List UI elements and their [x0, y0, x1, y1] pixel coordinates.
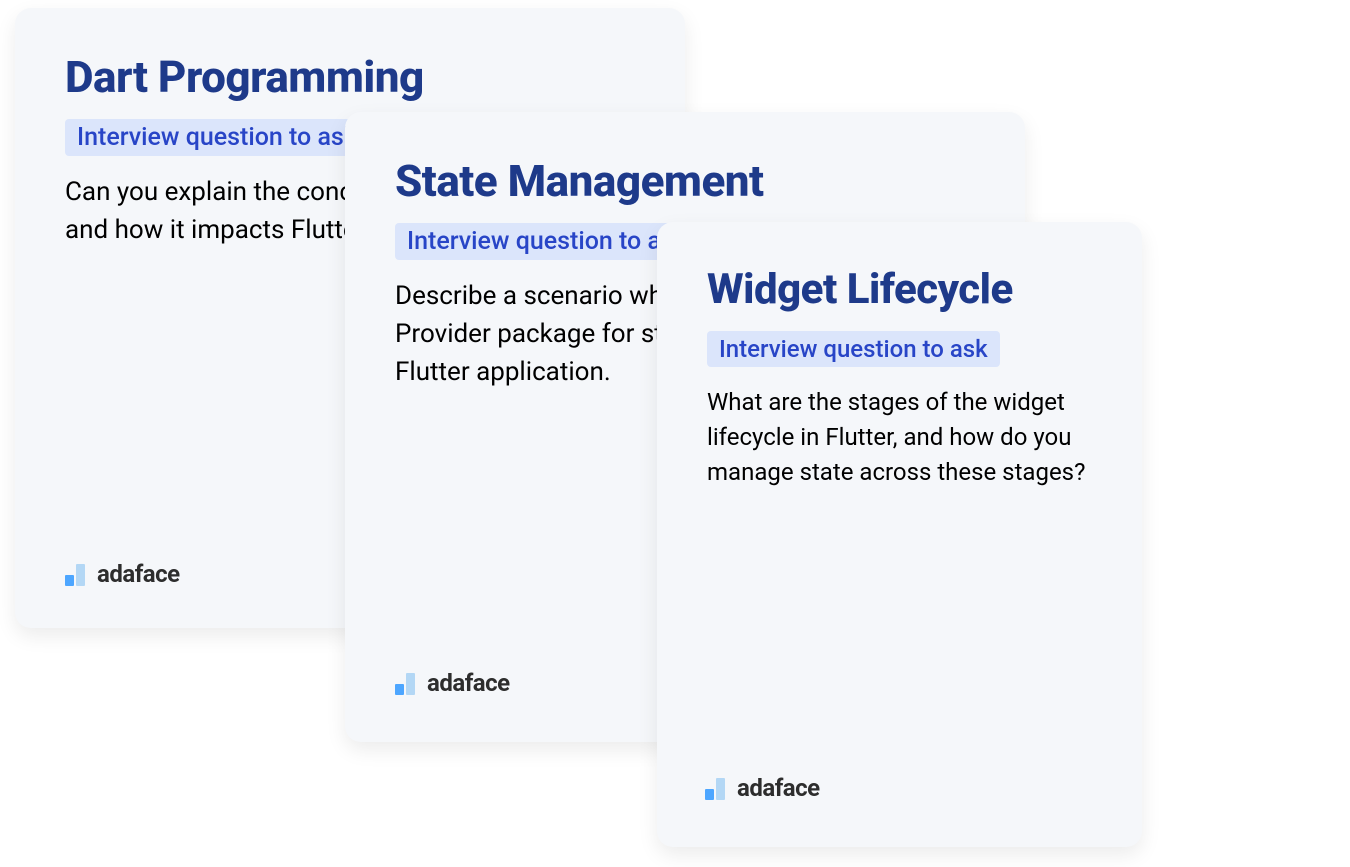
brand-name: adaface	[737, 774, 820, 802]
brand-name: adaface	[97, 560, 180, 588]
badge-label: Interview question to ask	[707, 331, 1000, 367]
brand-logo: adaface	[395, 669, 510, 697]
brand-logo: adaface	[705, 774, 820, 802]
brand-name: adaface	[427, 669, 510, 697]
bar-chart-icon	[395, 671, 419, 695]
interview-card-widget: Widget Lifecycle Interview question to a…	[657, 222, 1142, 847]
brand-logo: adaface	[65, 560, 180, 588]
card-title: Dart Programming	[65, 53, 635, 101]
badge-label: Interview question to ask	[395, 223, 699, 260]
badge-label: Interview question to ask	[65, 119, 369, 156]
card-title: Widget Lifecycle	[707, 267, 1092, 313]
question-text: What are the stages of the widget lifecy…	[707, 385, 1092, 489]
card-title: State Management	[395, 157, 975, 205]
bar-chart-icon	[705, 776, 729, 800]
bar-chart-icon	[65, 562, 89, 586]
